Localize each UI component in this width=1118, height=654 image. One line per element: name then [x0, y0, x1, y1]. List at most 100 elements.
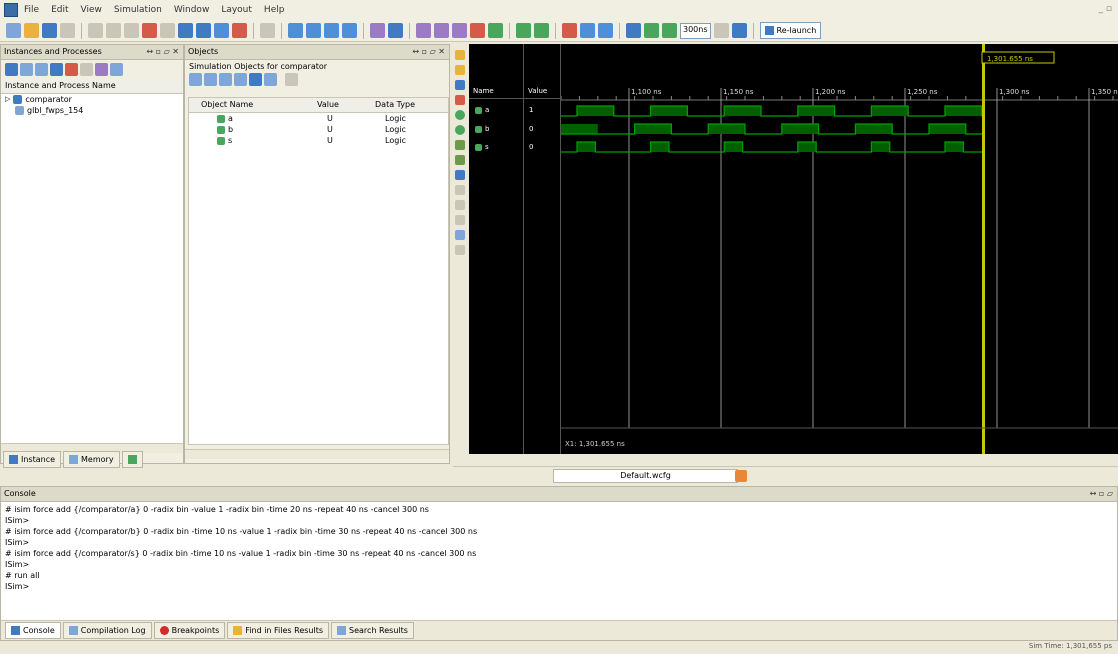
- open-folder-icon[interactable]: [24, 23, 39, 38]
- save-icon[interactable]: [42, 23, 57, 38]
- properties-icon[interactable]: [455, 215, 465, 225]
- filter-icon[interactable]: [35, 63, 48, 76]
- wave-signal-row[interactable]: a: [475, 106, 489, 114]
- show-constants-icon[interactable]: [249, 73, 262, 86]
- tools-icon[interactable]: [370, 23, 385, 38]
- window-layout-icon[interactable]: [288, 23, 303, 38]
- col-object-name[interactable]: Object Name: [189, 98, 311, 112]
- tab-breakpoints[interactable]: Breakpoints: [153, 622, 226, 639]
- horizontal-scrollbar[interactable]: [185, 449, 449, 459]
- remove-marker-icon[interactable]: [455, 155, 465, 165]
- paste-icon[interactable]: [124, 23, 139, 38]
- process-icon[interactable]: [65, 63, 78, 76]
- undo-icon[interactable]: [178, 23, 193, 38]
- step-icon[interactable]: [598, 23, 613, 38]
- panel-controls[interactable]: ↔ ▫ ▱ ✕: [146, 45, 179, 59]
- sort-icon[interactable]: [285, 73, 298, 86]
- time-unit-dropdown-icon[interactable]: [713, 23, 729, 38]
- zoom-in-icon[interactable]: [416, 23, 431, 38]
- zoom-fit-icon[interactable]: [452, 23, 467, 38]
- tree-item[interactable]: glbl_fwps_154: [1, 105, 183, 116]
- cancel-icon[interactable]: [160, 23, 175, 38]
- hierarchy-icon[interactable]: [50, 63, 63, 76]
- instances-column-header[interactable]: Instance and Process Name: [1, 79, 183, 94]
- waveform-canvas[interactable]: 1,100 ns 1,150 ns 1,200 ns 1,250 ns 1,300 ns…: [561, 44, 1118, 454]
- tile-horizontal-icon[interactable]: [306, 23, 321, 38]
- redo-icon[interactable]: [455, 200, 465, 210]
- signal-icon[interactable]: [80, 63, 93, 76]
- tile-vertical-icon[interactable]: [324, 23, 339, 38]
- expand-icon[interactable]: [5, 63, 18, 76]
- tree-item[interactable]: ▷ comparator: [1, 94, 183, 105]
- value-header[interactable]: Value: [528, 87, 547, 95]
- cursor-icon[interactable]: [455, 50, 465, 60]
- console-output[interactable]: # isim force add {/comparator/a} 0 -radi…: [1, 502, 1117, 594]
- menu-file[interactable]: File: [24, 5, 39, 15]
- run-for-icon[interactable]: [662, 23, 677, 38]
- print-icon[interactable]: [60, 23, 75, 38]
- tab-instance[interactable]: Instance: [3, 450, 62, 468]
- copy-icon[interactable]: [106, 23, 121, 38]
- menu-layout[interactable]: Layout: [221, 5, 252, 15]
- show-inouts-icon[interactable]: [219, 73, 232, 86]
- tab-more[interactable]: [121, 450, 143, 468]
- go-to-time-icon[interactable]: [455, 95, 465, 105]
- undo-icon[interactable]: [455, 185, 465, 195]
- close-tab-icon[interactable]: [735, 470, 747, 482]
- panel-controls[interactable]: ↔ ▫ ▱ ✕: [412, 45, 445, 59]
- sort-icon[interactable]: [95, 63, 108, 76]
- find-next-icon[interactable]: [232, 23, 247, 38]
- relaunch-button[interactable]: Re-launch: [759, 22, 822, 39]
- wave-signal-row[interactable]: b: [475, 125, 489, 133]
- find-icon[interactable]: [214, 23, 229, 38]
- tree-expand-icon[interactable]: ▷: [5, 94, 10, 105]
- step-back-icon[interactable]: [580, 23, 595, 38]
- tab-find-in-files[interactable]: Find in Files Results: [227, 622, 330, 639]
- tab-memory[interactable]: Memory: [63, 450, 120, 468]
- help-icon[interactable]: [388, 23, 403, 38]
- zoom-fit-icon[interactable]: [455, 80, 465, 90]
- show-inputs-icon[interactable]: [189, 73, 202, 86]
- table-row[interactable]: b U Logic: [189, 124, 448, 135]
- new-file-icon[interactable]: [6, 23, 21, 38]
- run-all-icon[interactable]: [626, 23, 641, 38]
- swap-icon[interactable]: [455, 170, 465, 180]
- redo-icon[interactable]: [196, 23, 211, 38]
- tab-search-results[interactable]: Search Results: [331, 622, 414, 639]
- tab-console[interactable]: Console: [5, 622, 61, 639]
- show-internal-icon[interactable]: [234, 73, 247, 86]
- col-value[interactable]: Value: [311, 98, 367, 112]
- wave-signal-row[interactable]: s: [475, 143, 489, 151]
- divider-icon[interactable]: [455, 230, 465, 240]
- show-outputs-icon[interactable]: [204, 73, 217, 86]
- marker-add-icon[interactable]: [516, 23, 531, 38]
- col-data-type[interactable]: Data Type: [367, 98, 445, 112]
- panel-controls[interactable]: ↔ ▫ ▱: [1090, 487, 1113, 501]
- menu-edit[interactable]: Edit: [51, 5, 68, 15]
- tab-default-wcfg[interactable]: Default.wcfg: [553, 469, 738, 483]
- delete-icon[interactable]: [142, 23, 157, 38]
- step-over-icon[interactable]: [731, 23, 747, 38]
- add-marker-icon[interactable]: [455, 140, 465, 150]
- cut-icon[interactable]: [88, 23, 103, 38]
- restart-icon[interactable]: [562, 23, 577, 38]
- find-icon[interactable]: [110, 63, 123, 76]
- marker-remove-icon[interactable]: [534, 23, 549, 38]
- next-transition-icon[interactable]: [455, 125, 465, 135]
- go-to-cursor-icon[interactable]: [470, 23, 485, 38]
- window-controls[interactable]: _ ▫: [1099, 4, 1112, 14]
- group-icon[interactable]: [455, 245, 465, 255]
- table-row[interactable]: a U Logic: [189, 113, 448, 124]
- menu-help[interactable]: Help: [264, 5, 285, 15]
- zoom-out-icon[interactable]: [434, 23, 449, 38]
- menu-simulation[interactable]: Simulation: [114, 5, 162, 15]
- snap-icon[interactable]: [488, 23, 503, 38]
- collapse-icon[interactable]: [20, 63, 33, 76]
- table-row[interactable]: s U Logic: [189, 135, 448, 146]
- run-icon[interactable]: [644, 23, 659, 38]
- menu-window[interactable]: Window: [174, 5, 210, 15]
- cascade-icon[interactable]: [342, 23, 357, 38]
- show-variables-icon[interactable]: [264, 73, 277, 86]
- run-time-input[interactable]: 300ns: [680, 22, 711, 39]
- wave-scrollbar[interactable]: [469, 454, 1118, 464]
